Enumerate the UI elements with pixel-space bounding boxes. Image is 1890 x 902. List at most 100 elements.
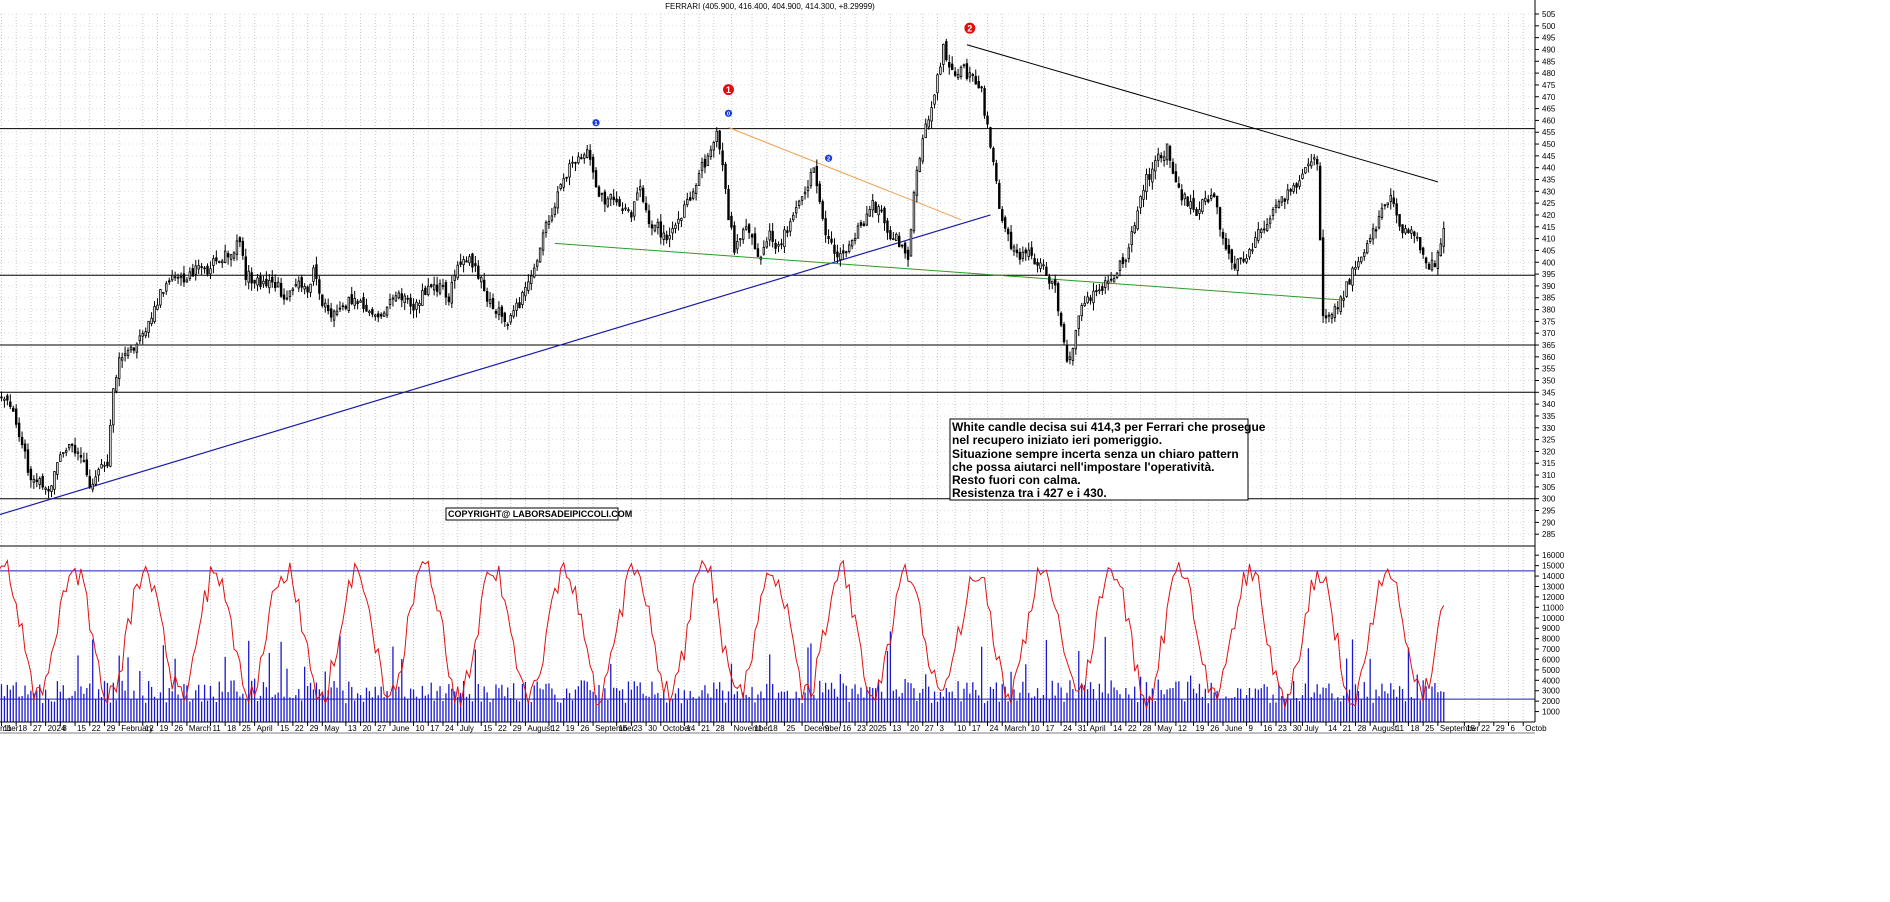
y-tick-label: 485 xyxy=(1542,57,1556,66)
candle-body xyxy=(1239,257,1242,260)
candle-body xyxy=(739,238,742,241)
y-tick-label: 295 xyxy=(1542,507,1556,516)
candle-body xyxy=(32,478,36,483)
candle-body xyxy=(515,302,518,311)
candle-body xyxy=(1165,143,1169,161)
note-line: Situazione sempre incerta senza un chiar… xyxy=(952,447,1239,461)
candle-body xyxy=(509,315,512,323)
candle-body xyxy=(1121,257,1125,264)
note-line: nel recupero iniziato ieri pomeriggio. xyxy=(952,433,1162,447)
x-tick-label: 22 xyxy=(295,724,304,733)
candle-body xyxy=(144,331,147,337)
candle-body xyxy=(1398,214,1401,227)
candle-body xyxy=(29,468,33,481)
copyright-text: COPYRIGHT@ LABORSADEIPICCOLI.COM xyxy=(448,509,632,519)
candle-body xyxy=(1095,290,1098,293)
candle-body xyxy=(56,462,59,475)
candle-body xyxy=(1424,257,1428,264)
candle-body xyxy=(977,80,980,89)
candle-body xyxy=(771,230,774,242)
candle-body xyxy=(736,241,739,250)
candle-body xyxy=(44,487,47,490)
candle-body xyxy=(1106,280,1110,284)
candle-body xyxy=(712,142,715,151)
candle-body xyxy=(512,310,515,317)
x-tick-label: 24 xyxy=(445,724,454,733)
candle-body xyxy=(842,250,845,254)
candle-body xyxy=(986,115,989,125)
candle-body xyxy=(153,306,156,323)
x-tick-label: 9 xyxy=(825,724,830,733)
candle-body xyxy=(812,167,816,173)
copyright-box: COPYRIGHT@ LABORSADEIPICCOLI.COM xyxy=(445,507,632,521)
candle-body xyxy=(377,313,380,318)
candle-body xyxy=(612,196,615,201)
y-tick-label: 355 xyxy=(1542,365,1556,374)
candle-body xyxy=(777,244,780,247)
candle-body xyxy=(168,280,171,283)
y-tick-label: 325 xyxy=(1542,436,1556,445)
candle-body xyxy=(1374,229,1378,232)
candle-body xyxy=(968,72,972,78)
candle-body xyxy=(1159,155,1163,159)
candle-body xyxy=(462,259,465,266)
candle-body xyxy=(344,305,348,309)
x-tick-label: 15 xyxy=(483,724,492,733)
volume-tick-label: 9000 xyxy=(1542,624,1560,633)
y-tick-label: 350 xyxy=(1542,376,1556,385)
candle-body xyxy=(1380,207,1384,218)
x-tick-label: April xyxy=(257,724,273,733)
candle-body xyxy=(388,299,392,306)
x-tick-label: 10 xyxy=(1031,724,1040,733)
candle-body xyxy=(76,451,80,454)
candle-body xyxy=(706,155,710,166)
candle-body xyxy=(109,424,112,467)
candle-body xyxy=(326,305,330,312)
candle-body xyxy=(936,74,939,94)
candle-body xyxy=(918,158,922,172)
candle-body xyxy=(112,388,115,426)
candle-body xyxy=(244,256,247,280)
candle-body xyxy=(482,279,486,291)
x-tick-label: 30 xyxy=(1293,724,1302,733)
x-tick-label: 12 xyxy=(145,724,154,733)
candle-body xyxy=(1030,247,1033,256)
candle-body xyxy=(324,302,327,308)
candle-body xyxy=(694,185,698,195)
volume-tick-label: 16000 xyxy=(1542,551,1565,560)
x-tick-label: 19 xyxy=(159,724,168,733)
candle-body xyxy=(1189,201,1192,209)
candle-body xyxy=(962,64,966,67)
candle-body xyxy=(362,297,365,310)
candle-body xyxy=(382,312,386,317)
candle-body xyxy=(1056,283,1060,312)
candle-body xyxy=(309,283,312,293)
candle-body xyxy=(26,449,30,473)
candle-body xyxy=(141,333,144,337)
candle-body xyxy=(1336,307,1339,310)
candle-body xyxy=(833,244,836,254)
candle-body xyxy=(909,229,913,257)
candle-body xyxy=(1433,263,1437,267)
candle-body xyxy=(898,235,901,248)
candle-body xyxy=(1051,280,1054,284)
candle-body xyxy=(497,307,501,316)
candle-body xyxy=(927,119,930,128)
support-trend-line xyxy=(0,214,991,516)
candle-body xyxy=(1083,302,1086,307)
candle-body xyxy=(930,107,933,122)
candle-body xyxy=(1036,261,1039,266)
candle-body xyxy=(332,310,336,321)
candle-body xyxy=(1201,199,1204,212)
candle-body xyxy=(1054,279,1057,286)
candle-body xyxy=(1186,196,1189,207)
candle-body xyxy=(1048,276,1051,284)
candle-body xyxy=(700,162,704,171)
x-tick-label: 12 xyxy=(551,724,560,733)
x-tick-label: 30 xyxy=(648,724,657,733)
candle-body xyxy=(1401,224,1404,234)
candle-body xyxy=(209,268,212,275)
candle-body xyxy=(948,62,951,68)
candle-body xyxy=(1221,231,1225,239)
candle-body xyxy=(753,233,757,250)
